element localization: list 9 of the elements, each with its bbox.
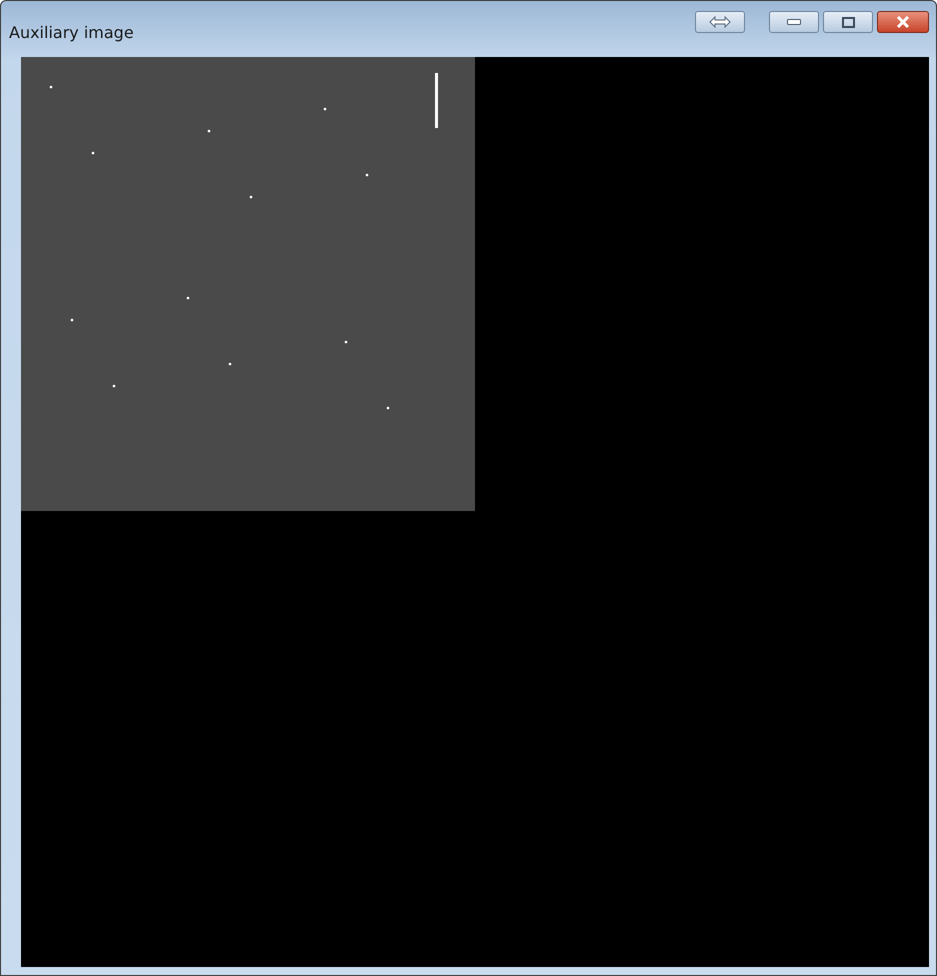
close-button[interactable] (877, 11, 929, 33)
window-title: Auxiliary image (9, 22, 134, 42)
close-icon (896, 16, 910, 28)
double-arrow-icon (709, 16, 731, 28)
minimize-button[interactable] (769, 11, 819, 33)
maximize-button[interactable] (823, 11, 873, 33)
resize-button[interactable] (695, 11, 745, 33)
maximize-icon (842, 16, 854, 28)
minimize-icon (787, 19, 801, 25)
